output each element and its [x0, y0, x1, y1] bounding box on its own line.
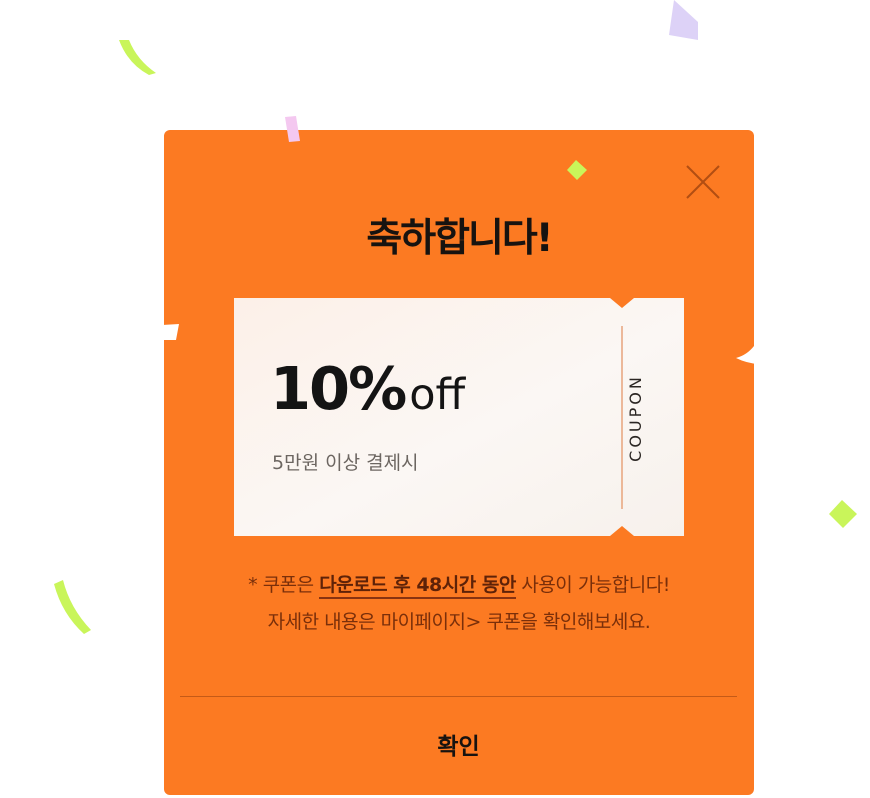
confirm-button[interactable]: 확인 — [180, 697, 737, 795]
confetti-piece — [669, 0, 698, 40]
discount-value: 10% — [270, 354, 407, 423]
notice-highlight: 다운로드 후 48시간 동안 — [319, 574, 516, 599]
confetti-piece — [567, 160, 587, 180]
confetti-piece — [54, 580, 91, 634]
confetti-piece — [162, 324, 179, 340]
discount-suffix: off — [409, 370, 466, 420]
notice-line-2: 자세한 내용은 마이페이지> 쿠폰을 확인해보세요. — [267, 611, 651, 633]
coupon-discount: 10%off — [270, 354, 465, 430]
coupon-tag-label: COUPON — [626, 374, 645, 462]
confetti-piece — [829, 500, 857, 528]
confetti-piece — [736, 346, 758, 364]
confetti-piece — [285, 116, 300, 142]
notice-prefix: * 쿠폰은 — [248, 574, 320, 596]
close-icon[interactable] — [684, 163, 722, 201]
page-stage: 축하합니다! 10%off 5만원 이상 결제시 COUPON * 쿠폰은 다운… — [0, 0, 870, 798]
coupon-condition: 5만원 이상 결제시 — [272, 452, 419, 474]
coupon-dialog: 축하합니다! 10%off 5만원 이상 결제시 COUPON * 쿠폰은 다운… — [164, 130, 754, 795]
confetti-piece — [119, 40, 156, 75]
coupon-card: 10%off 5만원 이상 결제시 COUPON — [234, 298, 684, 536]
dialog-title: 축하합니다! — [366, 216, 553, 261]
coupon-notice: * 쿠폰은 다운로드 후 48시간 동안 사용이 가능합니다! 자세한 내용은 … — [164, 567, 754, 641]
notice-suffix: 사용이 가능합니다! — [515, 574, 670, 596]
notice-line-1: * 쿠폰은 다운로드 후 48시간 동안 사용이 가능합니다! — [164, 567, 754, 604]
